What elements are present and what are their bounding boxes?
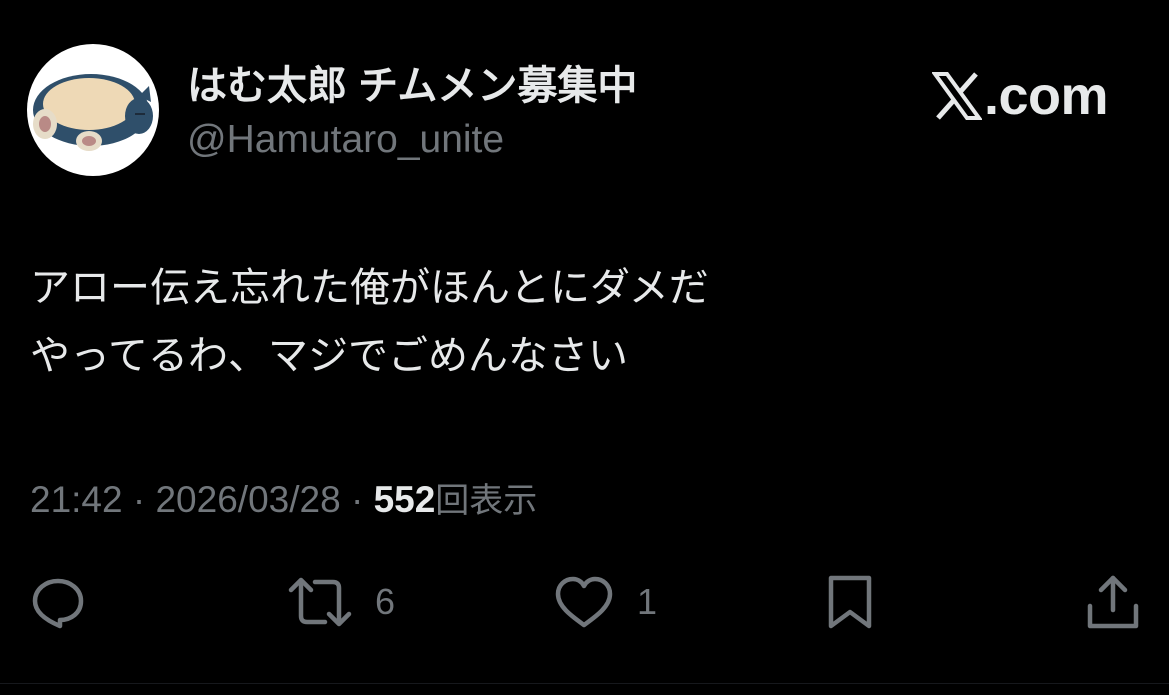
retweet-button[interactable]: 6 bbox=[287, 572, 395, 632]
tweet-time[interactable]: 21:42 bbox=[30, 479, 123, 520]
brand-domain: .com bbox=[984, 66, 1109, 126]
reply-button[interactable] bbox=[30, 572, 86, 632]
tweet-card: はむ太郎 チムメン募集中 @Hamutaro_unite .com アロー伝え忘… bbox=[0, 0, 1169, 695]
tweet-date[interactable]: 2026/03/28 bbox=[155, 479, 340, 520]
x-brand: .com bbox=[932, 66, 1109, 126]
tweet-text-line: やってるわ、マジでごめんなさい bbox=[30, 334, 628, 378]
share-icon bbox=[1087, 575, 1139, 629]
x-logo-icon bbox=[932, 72, 982, 120]
bottom-divider bbox=[0, 683, 1169, 684]
heart-icon bbox=[555, 576, 613, 628]
like-count: 1 bbox=[637, 581, 658, 622]
bookmark-icon bbox=[828, 575, 872, 629]
meta-separator: · bbox=[132, 479, 146, 520]
display-name[interactable]: はむ太郎 チムメン募集中 bbox=[187, 62, 637, 110]
meta-separator: · bbox=[350, 479, 364, 520]
tweet-text-line: アロー伝え忘れた俺がほんとにダメだ bbox=[30, 266, 709, 310]
tweet-meta: 21:42 · 2026/03/28 · 552回表示 bbox=[30, 477, 537, 524]
reply-icon bbox=[32, 578, 84, 629]
user-handle[interactable]: @Hamutaro_unite bbox=[187, 117, 504, 163]
snorlax-avatar-icon bbox=[33, 74, 153, 151]
bookmark-button[interactable] bbox=[826, 572, 874, 632]
views-count[interactable]: 552 bbox=[374, 479, 436, 520]
retweet-icon bbox=[288, 577, 352, 627]
views-label: 回表示 bbox=[435, 482, 538, 520]
action-bar: 6 1 bbox=[0, 572, 1169, 632]
like-button[interactable]: 1 bbox=[553, 572, 657, 632]
tweet-text: アロー伝え忘れた俺がほんとにダメだ やってるわ、マジでごめんなさい bbox=[30, 254, 1130, 390]
user-avatar[interactable] bbox=[27, 44, 159, 176]
share-button[interactable] bbox=[1085, 572, 1141, 632]
retweet-count: 6 bbox=[375, 581, 396, 622]
